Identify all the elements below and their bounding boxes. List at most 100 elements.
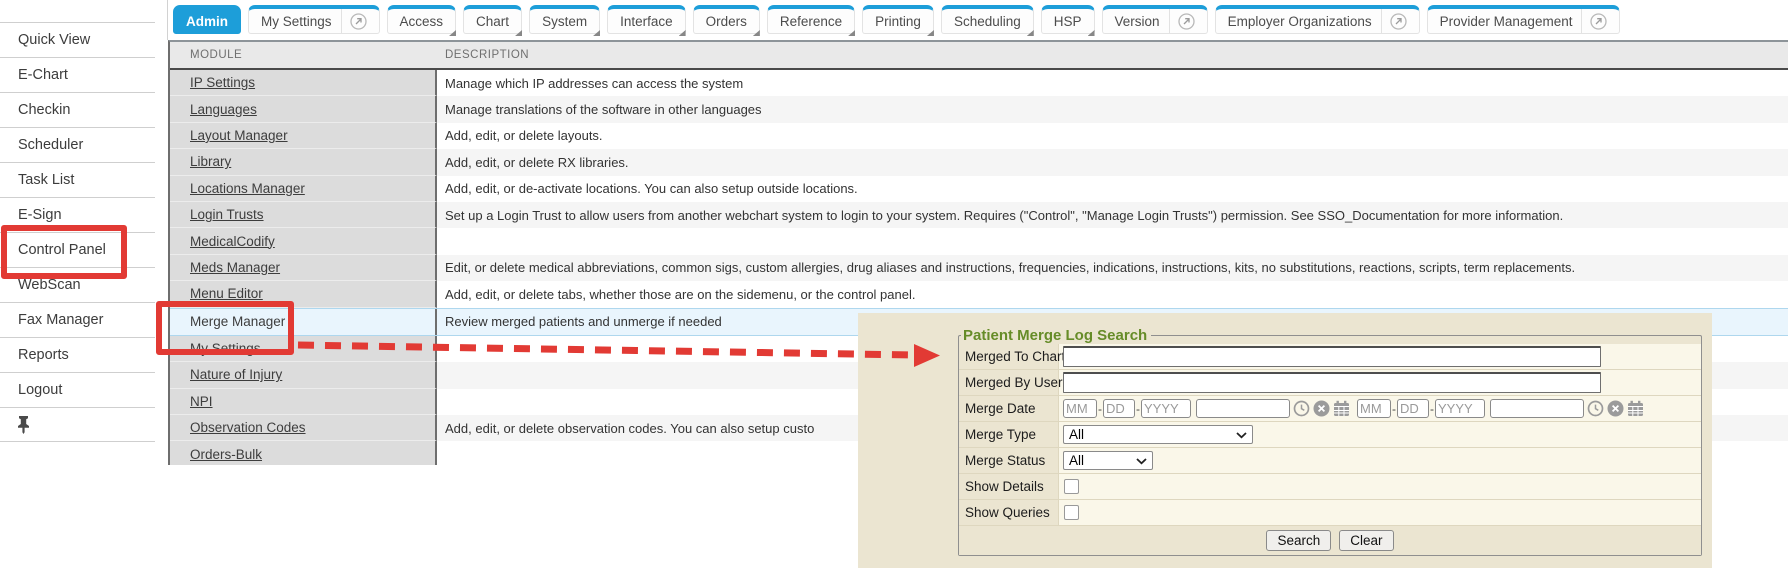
- clear-button[interactable]: Clear: [1339, 530, 1393, 551]
- module-link-npi[interactable]: NPI: [190, 394, 213, 409]
- external-link-icon[interactable]: [341, 9, 367, 33]
- external-link-icon[interactable]: [1581, 9, 1607, 33]
- tab-label: Reference: [780, 14, 842, 29]
- module-link-observation-codes[interactable]: Observation Codes: [190, 420, 306, 435]
- tab-access[interactable]: Access: [387, 5, 457, 34]
- circle-x-icon[interactable]: [1313, 400, 1330, 417]
- tab-orders[interactable]: Orders: [693, 5, 760, 34]
- date-from-day-input[interactable]: [1103, 399, 1135, 418]
- tab-chart[interactable]: Chart: [463, 5, 522, 34]
- merge-log-search-fieldset: Patient Merge Log Search Merged To Chart…: [958, 327, 1702, 556]
- tab-reference[interactable]: Reference: [767, 5, 855, 34]
- table-row-library: Library Add, edit, or delete RX libraries…: [170, 149, 1788, 175]
- show-details-checkbox[interactable]: [1064, 479, 1079, 494]
- module-link-login-trusts[interactable]: Login Trusts: [190, 207, 264, 222]
- module-link-medicalcodify[interactable]: MedicalCodify: [190, 234, 275, 249]
- tab-scheduling[interactable]: Scheduling: [941, 5, 1034, 34]
- external-link-icon[interactable]: [1381, 9, 1407, 33]
- submenu-corner-icon: [1088, 30, 1095, 36]
- merge-date-from-group: - -: [1063, 399, 1350, 418]
- table-row-locations-manager: Locations ManagerAdd, edit, or de-activa…: [170, 176, 1788, 202]
- merge-type-select[interactable]: All: [1063, 425, 1253, 444]
- date-from-year-input[interactable]: [1141, 399, 1191, 418]
- tab-my-settings[interactable]: My Settings: [248, 5, 380, 34]
- calendar-icon[interactable]: [1627, 400, 1644, 417]
- tab-printing[interactable]: Printing: [862, 5, 934, 34]
- table-header-row: MODULE DESCRIPTION: [170, 42, 1788, 70]
- sidebar-pin-row[interactable]: [0, 407, 155, 442]
- description-cell: Add, edit, or delete RX libraries.: [437, 149, 1788, 175]
- show-queries-label: Show Queries: [959, 500, 1059, 525]
- description-text: Manage which IP addresses can access the…: [445, 76, 743, 91]
- annotation-box-control-panel: [1, 225, 127, 279]
- module-link-nature-of-injury[interactable]: Nature of Injury: [190, 367, 282, 382]
- module-link-orders-bulk[interactable]: Orders-Bulk: [190, 447, 262, 462]
- panel-title: Patient Merge Log Search: [961, 327, 1151, 344]
- date-to-time-input[interactable]: [1490, 399, 1584, 418]
- clock-icon[interactable]: [1587, 400, 1604, 417]
- merge-status-select[interactable]: All: [1063, 451, 1153, 470]
- date-to-day-input[interactable]: [1397, 399, 1429, 418]
- sidebar-item-scheduler[interactable]: Scheduler: [0, 127, 155, 162]
- sidebar-item-reports[interactable]: Reports: [0, 337, 155, 372]
- submenu-corner-icon: [449, 30, 456, 36]
- sidebar-item-checkin[interactable]: Checkin: [0, 92, 155, 127]
- circle-x-icon[interactable]: [1607, 400, 1624, 417]
- tab-provider-management[interactable]: Provider Management: [1427, 5, 1621, 34]
- clock-icon[interactable]: [1293, 400, 1310, 417]
- merged-to-chart-input[interactable]: [1063, 346, 1601, 367]
- tab-label: Scheduling: [954, 14, 1021, 29]
- sidebar-item-logout[interactable]: Logout: [0, 372, 155, 407]
- module-link-meds-manager[interactable]: Meds Manager: [190, 260, 280, 275]
- tab-label: Version: [1115, 14, 1160, 29]
- module-link-locations-manager[interactable]: Locations Manager: [190, 181, 305, 196]
- pushpin-icon: [15, 415, 32, 434]
- sidebar-item-e-chart[interactable]: E-Chart: [0, 57, 155, 92]
- module-link-layout-manager[interactable]: Layout Manager: [190, 128, 288, 143]
- module-link-library[interactable]: Library: [190, 154, 231, 169]
- description-text: Manage translations of the software in o…: [445, 102, 762, 117]
- merged-by-user-label: Merged By User: [959, 370, 1059, 395]
- show-details-label: Show Details: [959, 474, 1059, 499]
- tab-employer-organizations[interactable]: Employer Organizations: [1215, 5, 1420, 34]
- module-link-menu-editor[interactable]: Menu Editor: [190, 286, 263, 301]
- description-cell: Manage which IP addresses can access the…: [437, 70, 1788, 96]
- submenu-corner-icon: [753, 30, 760, 36]
- column-header-description: DESCRIPTION: [437, 49, 1788, 61]
- tab-interface[interactable]: Interface: [607, 5, 686, 34]
- calendar-icon[interactable]: [1333, 400, 1350, 417]
- date-separator: -: [1098, 402, 1102, 416]
- date-to-month-input[interactable]: [1357, 399, 1391, 418]
- tab-admin[interactable]: Admin: [173, 5, 241, 34]
- search-button[interactable]: Search: [1266, 530, 1331, 551]
- sidebar-item-task-list[interactable]: Task List: [0, 162, 155, 197]
- date-to-year-input[interactable]: [1435, 399, 1485, 418]
- external-link-icon[interactable]: [1169, 9, 1195, 33]
- date-from-month-input[interactable]: [1063, 399, 1097, 418]
- tab-label: Access: [400, 14, 444, 29]
- module-link-ip-settings[interactable]: IP Settings: [190, 75, 255, 90]
- show-queries-checkbox[interactable]: [1064, 505, 1079, 520]
- tab-system[interactable]: System: [529, 5, 600, 34]
- patient-merge-log-search-panel: Patient Merge Log Search Merged To Chart…: [858, 313, 1712, 568]
- description-text: Add, edit, or delete observation codes. …: [445, 421, 814, 436]
- tab-hsp[interactable]: HSP: [1041, 5, 1095, 34]
- sidebar-item-fax-manager[interactable]: Fax Manager: [0, 302, 155, 337]
- tab-label: Orders: [706, 14, 747, 29]
- table-row-ip-settings: IP Settings Manage which IP addresses can…: [170, 70, 1788, 96]
- merge-date-label: Merge Date: [959, 396, 1059, 421]
- module-cell: Login Trusts: [170, 202, 437, 228]
- chevron-down-icon: [1136, 453, 1147, 468]
- content-left-edge: [167, 0, 168, 40]
- merged-by-user-input[interactable]: [1063, 372, 1601, 393]
- module-link-languages[interactable]: Languages: [190, 102, 257, 117]
- merge-status-selected-value: All: [1069, 453, 1084, 468]
- webchart-admin-screen: Quick ViewE-ChartCheckinSchedulerTask Li…: [0, 0, 1788, 584]
- tab-version[interactable]: Version: [1102, 5, 1208, 34]
- description-cell: Manage translations of the software in o…: [437, 96, 1788, 122]
- date-from-time-input[interactable]: [1196, 399, 1290, 418]
- description-text: Add, edit, or delete layouts.: [445, 128, 603, 143]
- module-cell: Library: [170, 149, 437, 175]
- sidebar-item-quick-view[interactable]: Quick View: [0, 22, 155, 57]
- table-row-menu-editor: Menu EditorAdd, edit, or delete tabs, wh…: [170, 281, 1788, 307]
